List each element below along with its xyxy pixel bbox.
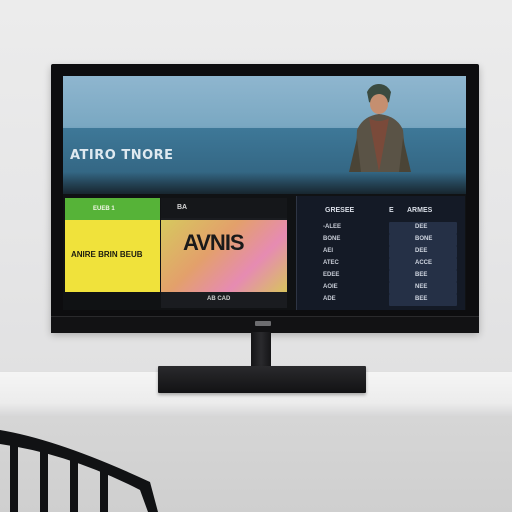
yellow-tile[interactable]: EUEB 1 ANIRE BRIN BEUB [65,198,160,292]
hero-gradient [63,172,466,194]
list-row-left[interactable]: AOIE [323,284,338,290]
list-row-right[interactable]: DEE [389,222,457,234]
tv-screen: ATIRO TNORE EUEB 1 ANIRE BRIN BEUB BA AV… [63,76,466,310]
list-row-right-label: DEE [415,248,428,254]
list-row-right[interactable]: BEE [389,294,457,306]
hero-title: ATIRO TNORE [70,148,174,163]
photo-tile-header-label: BA [177,204,188,211]
photo-tile-caption: AB CAD [207,296,231,302]
photo-tile-header: BA [161,198,287,218]
list-row-left[interactable]: BONE [323,236,340,242]
list-header-mid: E [389,207,394,214]
chair [0,430,158,512]
hero-banner[interactable]: ATIRO TNORE [63,76,466,194]
list-row-left[interactable]: ADE [323,296,336,302]
list-row-right[interactable]: DEE [389,246,457,258]
photo-tile[interactable]: BA AVNIS AB CAD [161,198,287,308]
list-row-right-label: BONE [415,236,433,242]
list-row-right-label: ACCE [415,260,433,266]
tv-logo [255,321,271,326]
list-row-right-label: BEE [415,272,428,278]
list-row-left[interactable]: ATEC [323,260,339,266]
photo-tile-word: AVNIS [183,230,245,255]
yellow-tile-header: EUEB 1 [65,198,160,220]
list-row-left[interactable]: AEI [323,248,333,254]
list-row-right[interactable]: NEE [389,282,457,294]
list-row-right-label: DEE [415,224,428,230]
list-row-left[interactable]: -ALEE [323,224,341,230]
list-header-left: GRESEE [325,207,355,214]
list-row-right-label: BEE [415,296,428,302]
list-row-right[interactable]: BONE [389,234,457,246]
list-row-right[interactable]: BEE [389,270,457,282]
yellow-tile-header-label: EUEB 1 [93,206,115,212]
hero-figure [349,84,411,172]
list-panel: GRESEE E ARMES -ALEE BONE AEI ATEC EDEE … [296,196,465,310]
list-row-right[interactable]: ACCE [389,258,457,270]
tv-stand-base [158,366,366,393]
yellow-tile-text: ANIRE BRIN BEUB [71,250,143,259]
list-row-right-label: NEE [415,284,428,290]
list-header-right: ARMES [407,207,433,214]
list-row-left[interactable]: EDEE [323,272,339,278]
